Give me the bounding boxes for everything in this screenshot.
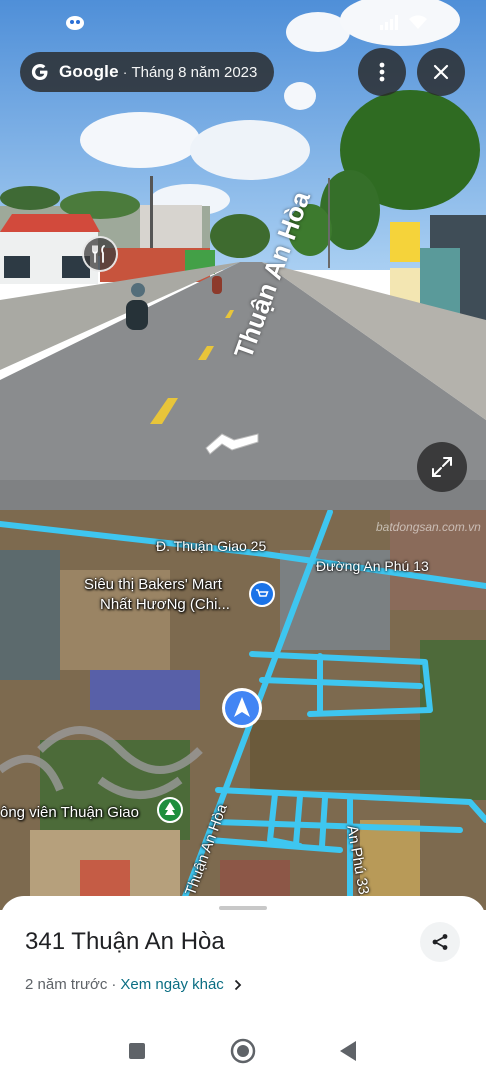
road-label-thuan-giao-25: Đ. Thuận Giao 25 (156, 538, 267, 554)
address-title: 341 Thuận An Hòa (25, 928, 225, 955)
system-navigation-bar (0, 1032, 486, 1080)
close-button[interactable] (417, 48, 465, 96)
share-icon (432, 934, 448, 950)
google-brand-text: Google (59, 62, 119, 81)
other-dates-link[interactable]: Xem ngày khác (120, 976, 223, 993)
capture-date: Tháng 8 năm 2023 (131, 63, 258, 81)
capture-age: 2 năm trước (25, 976, 108, 993)
separator-dot: · (122, 64, 128, 80)
drag-handle[interactable] (219, 906, 267, 910)
store-pin[interactable] (249, 581, 275, 607)
more-vert-icon (379, 62, 385, 82)
road-label-an-phu-13: Đường An Phú 13 (316, 558, 429, 574)
bottom-sheet[interactable]: 341 Thuận An Hòa 2 năm trước · Xem ngày … (0, 896, 486, 1080)
store-name-line2[interactable]: Nhất HươNg (Chi... (100, 596, 230, 613)
chevron-arrow-icon[interactable] (202, 428, 262, 456)
street-view-pane[interactable]: Google · Tháng 8 năm 2023 Thuận An Hòa (0, 0, 486, 510)
chevron-right-icon[interactable] (234, 979, 242, 991)
capture-meta-row: 2 năm trước · Xem ngày khác (25, 976, 242, 993)
park-name[interactable]: ông viên Thuận Giao (0, 804, 139, 821)
wifi-icon (409, 15, 427, 29)
google-g-icon (31, 64, 48, 80)
recents-square-icon[interactable] (128, 1042, 146, 1060)
capture-info-chip[interactable]: Google · Tháng 8 năm 2023 (20, 52, 274, 92)
status-bar (0, 10, 486, 36)
watermark: batdongsan.com.vn (376, 520, 481, 534)
share-button[interactable] (420, 922, 460, 962)
map-pane[interactable]: Đ. Thuận Giao 25 Đường An Phú 13 Thuận A… (0, 510, 486, 910)
app-notification-icon (66, 16, 84, 30)
separator-dot: · (111, 976, 117, 993)
expand-button[interactable] (417, 442, 467, 492)
restaurant-marker[interactable] (82, 236, 118, 272)
restaurant-icon (92, 245, 105, 263)
expand-icon (432, 457, 452, 477)
signal-icon (380, 15, 398, 30)
store-name-line1[interactable]: Siêu thị Bakers' Mart (84, 576, 222, 593)
close-icon (433, 64, 449, 80)
back-triangle-icon[interactable] (338, 1040, 358, 1062)
more-options-button[interactable] (358, 48, 406, 96)
home-circle-icon[interactable] (230, 1038, 256, 1064)
